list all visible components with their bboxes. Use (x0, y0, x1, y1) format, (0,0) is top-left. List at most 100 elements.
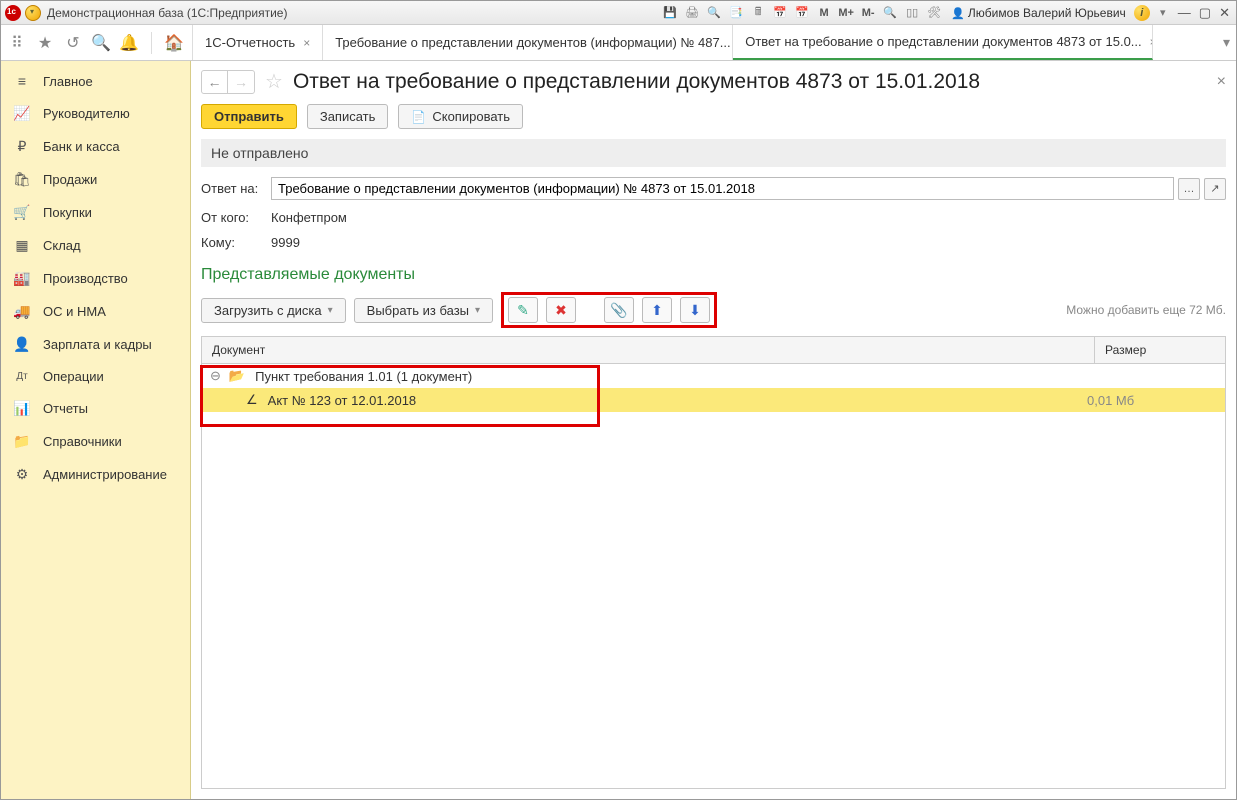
answer-input[interactable] (271, 177, 1174, 200)
sidebar-item-main[interactable]: ≡Главное (1, 65, 190, 97)
send-button[interactable]: Отправить (201, 104, 297, 129)
home-icon[interactable]: 🏠 (164, 33, 184, 53)
sidebar-item-warehouse[interactable]: ▦Склад (1, 229, 190, 262)
star-icon[interactable]: ★ (35, 33, 55, 53)
sidebar-item-references[interactable]: 📁Справочники (1, 425, 190, 458)
tools-icon[interactable]: 🛠 (925, 4, 943, 22)
sidebar-item-label: Операции (43, 369, 104, 384)
window-title: Демонстрационная база (1С:Предприятие) (47, 6, 287, 20)
section-title: Представляемые документы (201, 266, 1226, 284)
sidebar-item-operations[interactable]: Дт Операции (1, 361, 190, 392)
sidebar-item-purchases[interactable]: 🛒Покупки (1, 196, 190, 229)
tab-answer[interactable]: Ответ на требование о представлении доку… (733, 25, 1153, 60)
zoom-icon[interactable]: 🔍 (881, 4, 899, 22)
nav-buttons: ← → (201, 70, 255, 94)
ellipsis-button[interactable]: … (1178, 178, 1200, 200)
button-label: Скопировать (432, 109, 510, 124)
tab-label: Ответ на требование о представлении доку… (745, 34, 1141, 49)
sidebar-item-reports[interactable]: 📊Отчеты (1, 392, 190, 425)
button-label: Отправить (214, 109, 284, 124)
sidebar: ≡Главное 📈Руководителю ₽Банк и касса 🛍Пр… (1, 61, 191, 799)
doc-label: Акт № 123 от 12.01.2018 (268, 393, 1087, 408)
menu-icon: ≡ (13, 73, 31, 89)
doc-icon: ∠ (246, 392, 258, 408)
calc-icon[interactable]: 🖩 (749, 4, 767, 22)
save-icon[interactable]: 💾 (661, 4, 679, 22)
close-icon[interactable]: × (1150, 35, 1154, 49)
forward-button[interactable]: → (228, 71, 254, 93)
to-label: Кому: (201, 235, 261, 250)
memory-m-button[interactable]: M (815, 4, 833, 22)
calendar31-icon[interactable]: 📅 (793, 4, 811, 22)
sidebar-item-bank[interactable]: ₽Банк и касса (1, 130, 190, 163)
load-from-disk-button[interactable]: Загрузить с диска (201, 298, 346, 323)
table-row[interactable]: ∠ Акт № 123 от 12.01.2018 0,01 Мб (202, 388, 1225, 412)
window-menu-icon[interactable]: ▾ (1223, 34, 1230, 51)
titlebar: Демонстрационная база (1С:Предприятие) 💾… (1, 1, 1236, 25)
tabs: 1С-Отчетность × Требование о представлен… (192, 25, 1211, 60)
history-icon[interactable]: ↺ (63, 33, 83, 53)
tab-label: 1С-Отчетность (205, 35, 295, 50)
open-button[interactable]: ↗ (1204, 178, 1226, 200)
table-row-group[interactable]: ⊖ 📂 Пункт требования 1.01 (1 документ) (202, 364, 1225, 388)
sidebar-item-label: Склад (43, 238, 81, 253)
move-up-button[interactable]: ⬆ (642, 297, 672, 323)
save-button[interactable]: Записать (307, 104, 389, 129)
person-icon: 👤 (13, 336, 31, 353)
panels-icon[interactable]: ▯▯ (903, 4, 921, 22)
move-down-button[interactable]: ⬇ (680, 297, 710, 323)
maximize-button[interactable]: ▢ (1197, 5, 1213, 21)
from-value: Конфетпром (271, 210, 347, 225)
folder-icon: 📁 (13, 433, 31, 450)
tab-request[interactable]: Требование о представлении документов (и… (323, 25, 733, 60)
column-document[interactable]: Документ (202, 337, 1095, 363)
current-user[interactable]: Любимов Валерий Юрьевич (947, 6, 1130, 20)
attach-icon: 📎 (610, 302, 627, 319)
minimize-button[interactable]: — (1176, 5, 1193, 20)
page-title: Ответ на требование о представлении доку… (293, 70, 1207, 94)
dt-icon: Дт (13, 371, 31, 382)
sidebar-item-production[interactable]: 🏭Производство (1, 262, 190, 295)
column-size[interactable]: Размер (1095, 337, 1225, 363)
sidebar-item-label: ОС и НМА (43, 304, 106, 319)
button-label: Загрузить с диска (214, 303, 322, 318)
button-label: Записать (320, 109, 376, 124)
status-bar: Не отправлено (201, 139, 1226, 167)
sidebar-item-manager[interactable]: 📈Руководителю (1, 97, 190, 130)
sidebar-item-label: Производство (43, 271, 128, 286)
info-icon[interactable]: i (1134, 5, 1150, 21)
back-button[interactable]: ← (202, 71, 228, 93)
calendar-icon[interactable]: 📅 (771, 4, 789, 22)
sidebar-item-sales[interactable]: 🛍Продажи (1, 163, 190, 196)
sidebar-item-label: Покупки (43, 205, 92, 220)
sidebar-item-salary[interactable]: 👤 Зарплата и кадры (1, 328, 190, 361)
truck-icon: 🚚 (13, 303, 31, 320)
app-menu-dropdown-icon[interactable] (25, 5, 41, 21)
edit-button[interactable]: ✎ (508, 297, 538, 323)
close-icon[interactable]: × (303, 36, 310, 50)
doc-size: 0,01 Мб (1087, 393, 1217, 408)
bell-icon[interactable]: 🔔 (119, 33, 139, 53)
sidebar-item-admin[interactable]: ⚙Администрирование (1, 458, 190, 491)
print-icon[interactable]: 🖨 (683, 4, 701, 22)
close-icon[interactable]: × (1217, 73, 1226, 91)
copy-button[interactable]: 📄 Скопировать (398, 104, 523, 129)
close-button[interactable]: ✕ (1217, 5, 1232, 21)
apps-icon[interactable]: ⠿ (7, 33, 27, 53)
pick-from-base-button[interactable]: Выбрать из базы (354, 298, 493, 323)
sidebar-item-label: Зарплата и кадры (43, 337, 152, 352)
preview-icon[interactable]: 🔍 (705, 4, 723, 22)
delete-button[interactable]: ✖ (546, 297, 576, 323)
search-icon[interactable]: 🔍 (91, 33, 111, 53)
copy-icon: 📄 (411, 110, 426, 124)
attach-button[interactable]: 📎 (604, 297, 634, 323)
info-dd-icon[interactable]: ▾ (1154, 4, 1172, 22)
memory-mplus-button[interactable]: M+ (837, 4, 855, 22)
tab-reporting[interactable]: 1С-Отчетность × (192, 25, 323, 60)
memory-mminus-button[interactable]: M- (859, 4, 877, 22)
from-label: От кого: (201, 210, 261, 225)
favorite-icon[interactable]: ☆ (265, 69, 283, 94)
sidebar-item-assets[interactable]: 🚚 ОС и НМА (1, 295, 190, 328)
collapse-icon[interactable]: ⊖ (210, 368, 221, 384)
compare-icon[interactable]: 📑 (727, 4, 745, 22)
